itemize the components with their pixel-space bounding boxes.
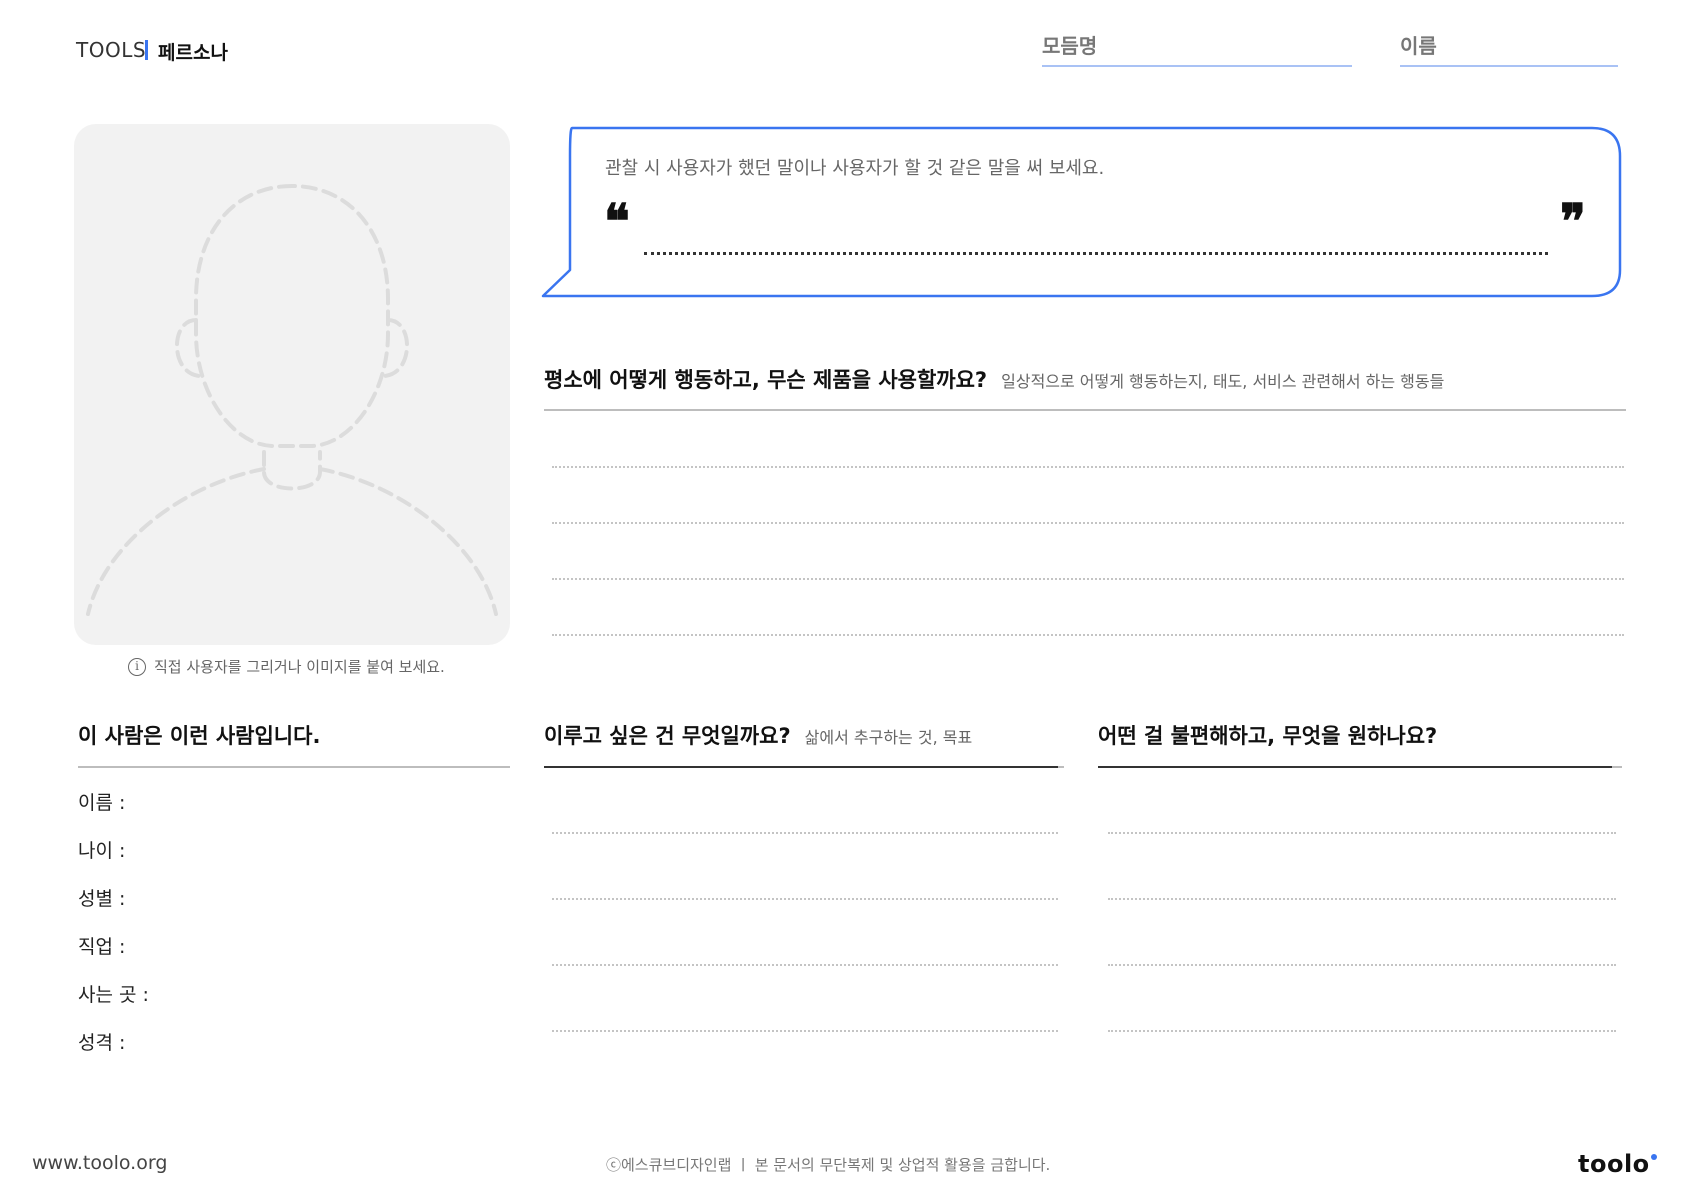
persona-image-area[interactable] [74, 124, 510, 645]
goals-divider [544, 766, 1058, 768]
person-field-personality[interactable]: 성격 : [78, 1028, 125, 1055]
photo-hint: i 직접 사용자를 그리거나 이미지를 붙여 보세요. [128, 656, 445, 677]
goals-subtitle: 삶에서 추구하는 것, 목표 [804, 728, 973, 747]
person-field-job[interactable]: 직업 : [78, 932, 125, 959]
pains-writing-line[interactable] [1108, 832, 1616, 834]
goals-writing-line[interactable] [552, 1030, 1058, 1032]
goals-title: 이루고 싶은 건 무엇일까요? [544, 724, 791, 748]
pains-writing-line[interactable] [1108, 1030, 1616, 1032]
behavior-title: 평소에 어떻게 행동하고, 무슨 제품을 사용할까요? [544, 368, 988, 392]
toolo-logo: toolo [1578, 1150, 1657, 1178]
module-name-label: 모듬명 [1042, 34, 1098, 58]
quote-prompt: 관찰 시 사용자가 했던 말이나 사용자가 할 것 같은 말을 써 보세요. [605, 158, 1105, 179]
module-name-field[interactable] [1042, 65, 1352, 67]
behavior-writing-line[interactable] [552, 466, 1624, 468]
logo-text: toolo [1578, 1150, 1650, 1178]
behavior-heading: 평소에 어떻게 행동하고, 무슨 제품을 사용할까요? 일상적으로 어떻게 행동하… [544, 364, 1444, 394]
logo-dot [1650, 1154, 1657, 1160]
behavior-writing-line[interactable] [552, 522, 1624, 524]
person-divider [78, 766, 510, 768]
goals-divider-end [1058, 766, 1064, 768]
title-accent-bar [145, 40, 148, 60]
pains-title: 어떤 걸 불편해하고, 무엇을 원하나요? [1098, 724, 1438, 748]
behavior-writing-line[interactable] [552, 578, 1624, 580]
pains-divider [1098, 766, 1612, 768]
tools-label: TOOLS [76, 38, 147, 62]
person-title: 이 사람은 이런 사람입니다. [78, 724, 321, 748]
goals-writing-line[interactable] [552, 898, 1058, 900]
quote-bubble [541, 126, 1622, 298]
pains-writing-line[interactable] [1108, 898, 1616, 900]
footer-copyright: ⓒ에스큐브디자인랩 ㅣ 본 문서의 무단복제 및 상업적 활용을 금합니다. [606, 1156, 1051, 1174]
quote-writing-line[interactable] [644, 252, 1548, 255]
behavior-subtitle: 일상적으로 어떻게 행동하는지, 태도, 서비스 관련해서 하는 행동들 [1001, 372, 1445, 391]
person-field-residence[interactable]: 사는 곳 : [78, 980, 149, 1007]
photo-hint-text: 직접 사용자를 그리거나 이미지를 붙여 보세요. [154, 658, 445, 676]
footer-url[interactable]: www.toolo.org [32, 1152, 167, 1174]
person-field-age[interactable]: 나이 : [78, 836, 125, 863]
person-field-gender[interactable]: 성별 : [78, 884, 125, 911]
person-silhouette-icon [86, 183, 498, 616]
name-field[interactable] [1400, 65, 1618, 67]
info-icon: i [128, 657, 146, 676]
open-quote-icon: ❝ [604, 194, 630, 250]
name-label: 이름 [1400, 34, 1437, 58]
goals-heading: 이루고 싶은 건 무엇일까요? 삶에서 추구하는 것, 목표 [544, 720, 972, 750]
person-field-name[interactable]: 이름 : [78, 788, 125, 815]
close-quote-icon: ❞ [1560, 194, 1586, 250]
goals-writing-line[interactable] [552, 964, 1058, 966]
pains-divider-end [1612, 766, 1622, 768]
behavior-writing-line[interactable] [552, 634, 1624, 636]
page-title: 페르소나 [158, 42, 228, 64]
behavior-divider [544, 409, 1626, 411]
pains-writing-line[interactable] [1108, 964, 1616, 966]
goals-writing-line[interactable] [552, 832, 1058, 834]
